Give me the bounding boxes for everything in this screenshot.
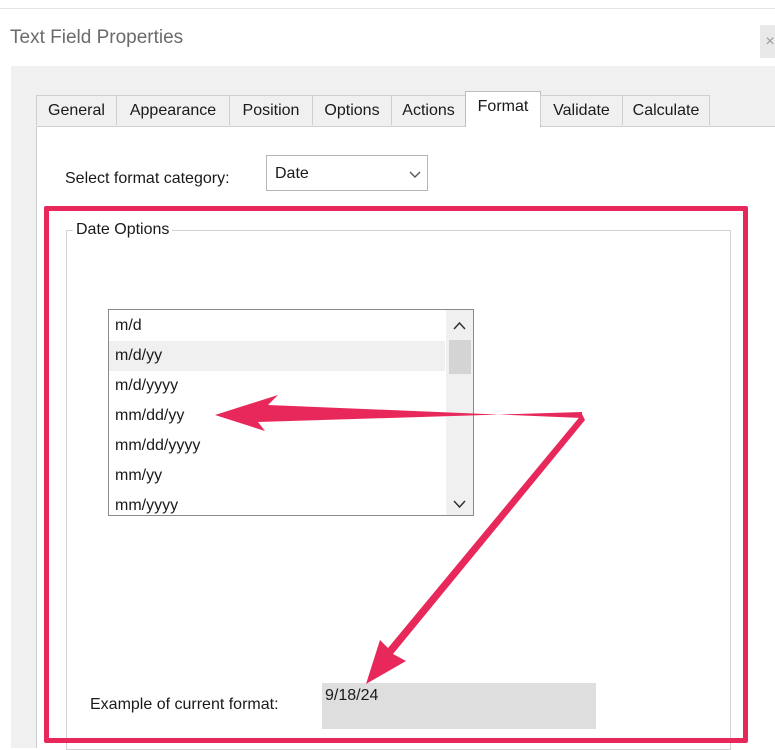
tab-format[interactable]: Format <box>465 91 541 127</box>
chevron-down-icon <box>409 171 421 178</box>
tab-position[interactable]: Position <box>229 95 313 125</box>
format-category-label: Select format category: <box>65 170 230 187</box>
tab-options[interactable]: Options <box>312 95 392 125</box>
tabstrip-divider <box>36 126 775 127</box>
window-top-border <box>0 8 775 9</box>
tab-actions[interactable]: Actions <box>391 95 466 125</box>
tab-validate[interactable]: Validate <box>540 95 623 125</box>
dialog-title: Text Field Properties <box>10 27 184 48</box>
format-category-select[interactable]: Date <box>266 155 428 191</box>
highlight-frame <box>44 206 748 743</box>
format-category-value: Date <box>275 165 309 182</box>
close-icon: × <box>765 33 775 50</box>
tab-general[interactable]: General <box>36 95 117 125</box>
tab-calculate[interactable]: Calculate <box>622 95 710 125</box>
close-button[interactable]: × <box>760 25 775 58</box>
tab-appearance[interactable]: Appearance <box>116 95 230 125</box>
